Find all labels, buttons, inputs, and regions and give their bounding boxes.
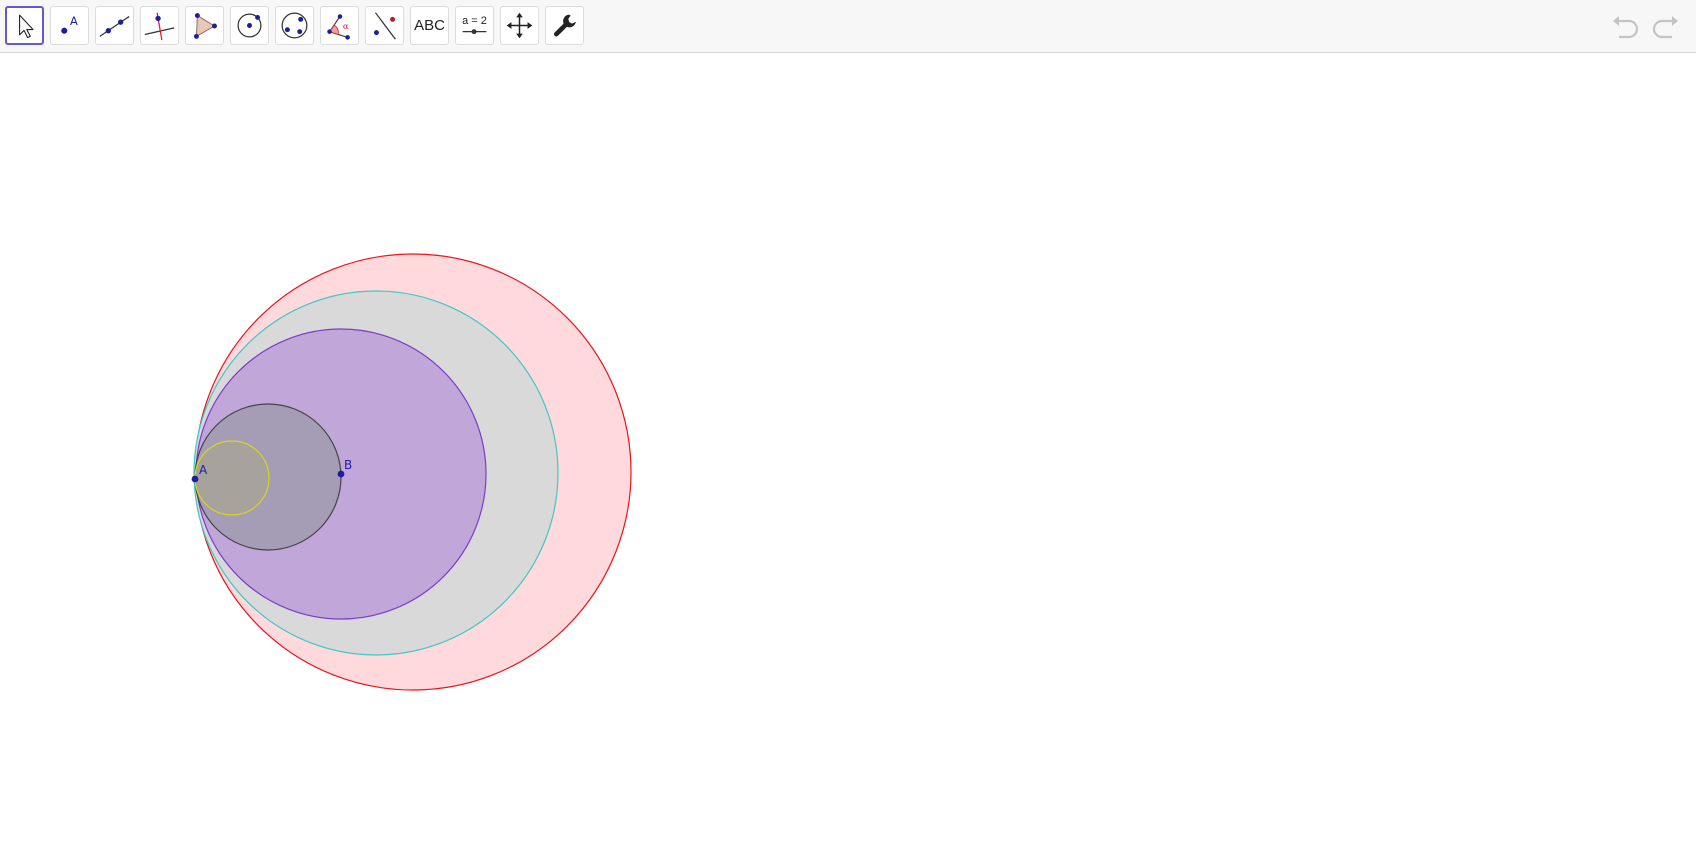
perpendicular-line-tool-button[interactable]: [140, 6, 179, 45]
point-b-label: B: [344, 458, 352, 472]
geogebra-app: A α ABC a = 2 A B: [0, 0, 1696, 864]
move-arrows-icon: [506, 12, 533, 39]
redo-icon: [1652, 16, 1678, 39]
angle-tool-glyph: α: [343, 22, 349, 32]
circle-center-point-icon: [237, 13, 262, 38]
circle-center-point-tool-button[interactable]: [230, 6, 269, 45]
point-tool-button[interactable]: A: [50, 6, 89, 45]
slider-icon: [462, 29, 487, 35]
point-tool-glyph: A: [70, 14, 78, 28]
polygon-icon: [193, 13, 217, 39]
line-icon: [99, 15, 130, 37]
point-a-label: A: [199, 463, 208, 477]
redo-button[interactable]: [1648, 10, 1682, 44]
circle-three-points-icon: [281, 12, 308, 39]
polygon-tool-button[interactable]: [185, 6, 224, 45]
slider-tool-button[interactable]: a = 2: [455, 6, 494, 45]
reflect-tool-button[interactable]: [365, 6, 404, 45]
text-tool-label: ABC: [414, 17, 445, 34]
undo-button[interactable]: [1609, 10, 1643, 44]
circle-three-points-tool-button[interactable]: [275, 6, 314, 45]
arrow-cursor-icon: [19, 14, 34, 39]
graphics-view[interactable]: A B: [0, 54, 1696, 864]
yellow-circle[interactable]: [194, 440, 270, 516]
reflect-icon: [373, 12, 396, 40]
undo-icon: [1613, 16, 1639, 39]
move-graphics-view-tool-button[interactable]: [500, 6, 539, 45]
point-icon: A: [61, 14, 78, 34]
construction-canvas[interactable]: A B: [0, 54, 1696, 864]
perpendicular-line-icon: [144, 12, 175, 41]
text-tool-button[interactable]: ABC: [410, 6, 449, 45]
wrench-icon: [554, 14, 576, 37]
point-a[interactable]: [191, 475, 199, 483]
line-tool-button[interactable]: [95, 6, 134, 45]
settings-tool-button[interactable]: [545, 6, 584, 45]
angle-icon: α: [327, 14, 350, 40]
toolbar: A α ABC a = 2: [0, 0, 1696, 53]
angle-tool-button[interactable]: α: [320, 6, 359, 45]
move-tool-button[interactable]: [5, 6, 44, 45]
